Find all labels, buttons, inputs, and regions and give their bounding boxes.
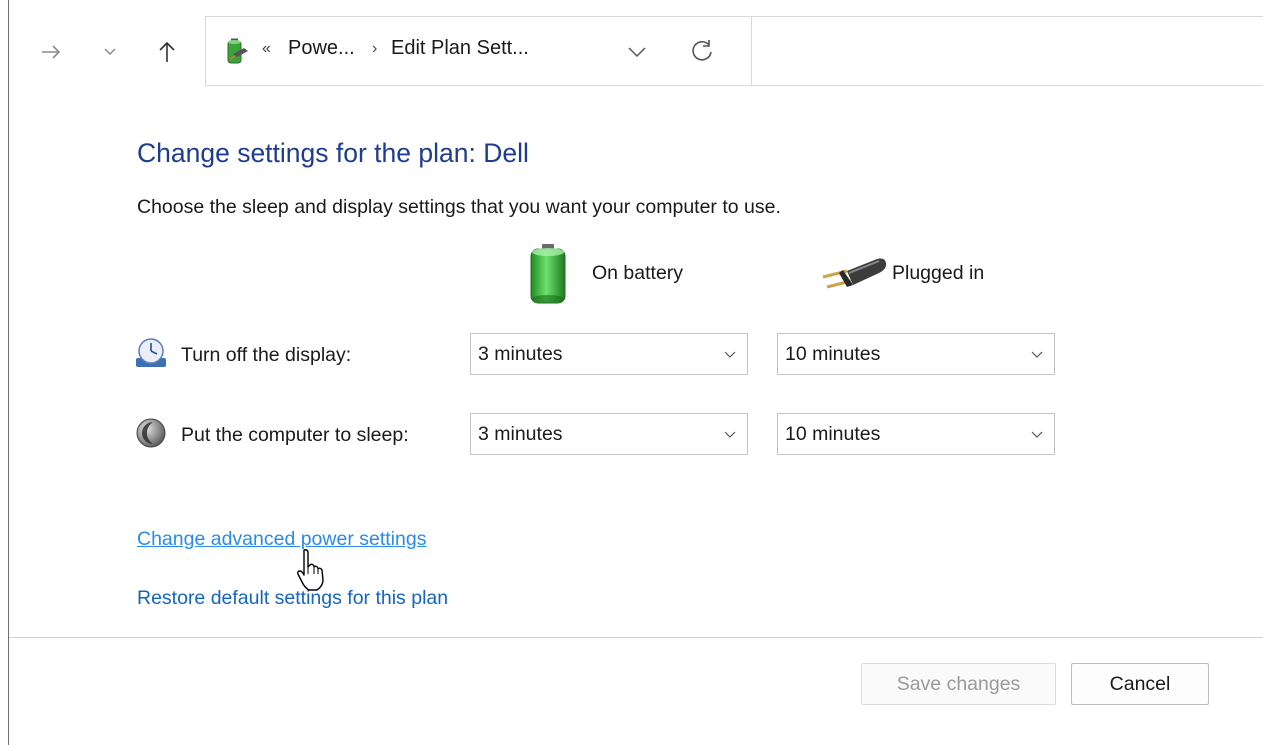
setting-label-sleep: Put the computer to sleep: — [181, 424, 409, 446]
chevron-down-icon — [724, 431, 736, 438]
display-on-battery-select[interactable]: 3 minutes — [470, 333, 748, 375]
arrow-up-icon — [159, 41, 175, 62]
power-options-icon — [227, 38, 248, 64]
setting-label-display: Turn off the display: — [181, 344, 352, 366]
change-advanced-power-settings-link[interactable]: Change advanced power settings — [137, 528, 426, 551]
sleep-plugged-in-value: 10 minutes — [785, 423, 881, 445]
breadcrumb-power-options[interactable]: Powe... — [288, 37, 355, 60]
chevron-down-icon — [104, 48, 116, 56]
refresh-icon[interactable] — [688, 37, 716, 65]
sleep-on-battery-select[interactable]: 3 minutes — [470, 413, 748, 455]
arrow-right-icon — [42, 45, 61, 59]
restore-default-settings-link[interactable]: Restore default settings for this plan — [137, 587, 448, 610]
breadcrumb-edit-plan-settings[interactable]: Edit Plan Sett... — [391, 37, 529, 60]
footer-divider — [9, 637, 1263, 638]
breadcrumb-overflow[interactable]: « — [262, 40, 271, 58]
sleep-plugged-in-select[interactable]: 10 minutes — [777, 413, 1055, 455]
display-on-battery-value: 3 minutes — [478, 343, 563, 365]
recent-locations-button[interactable] — [94, 36, 126, 68]
search-box[interactable] — [751, 16, 1263, 86]
hand-cursor-icon — [297, 549, 324, 591]
forward-button[interactable] — [35, 36, 67, 68]
up-button[interactable] — [151, 36, 183, 68]
column-header-on-battery: On battery — [592, 262, 684, 284]
address-bar[interactable]: « Powe... › Edit Plan Sett... — [205, 16, 752, 86]
navigation-bar: « Powe... › Edit Plan Sett... — [9, 0, 1263, 100]
power-plug-icon — [822, 258, 887, 289]
chevron-down-icon — [1031, 351, 1043, 358]
page-subtitle: Choose the sleep and display settings th… — [137, 196, 781, 218]
column-header-plugged-in: Plugged in — [892, 262, 985, 284]
sleep-on-battery-value: 3 minutes — [478, 423, 563, 445]
page-title: Change settings for the plan: Dell — [137, 138, 529, 168]
display-plugged-in-select[interactable]: 10 minutes — [777, 333, 1055, 375]
cancel-button[interactable]: Cancel — [1071, 663, 1209, 705]
display-timer-icon — [136, 338, 166, 367]
chevron-down-icon — [724, 351, 736, 358]
save-changes-button[interactable]: Save changes — [861, 663, 1056, 705]
display-plugged-in-value: 10 minutes — [785, 343, 881, 365]
address-dropdown-icon[interactable] — [624, 39, 650, 65]
breadcrumb-separator[interactable]: › — [372, 40, 377, 58]
chevron-down-icon — [1031, 431, 1043, 438]
battery-icon — [530, 244, 566, 304]
sleep-moon-icon — [136, 418, 166, 448]
control-panel-window: « Powe... › Edit Plan Sett... Change set… — [8, 0, 1263, 745]
